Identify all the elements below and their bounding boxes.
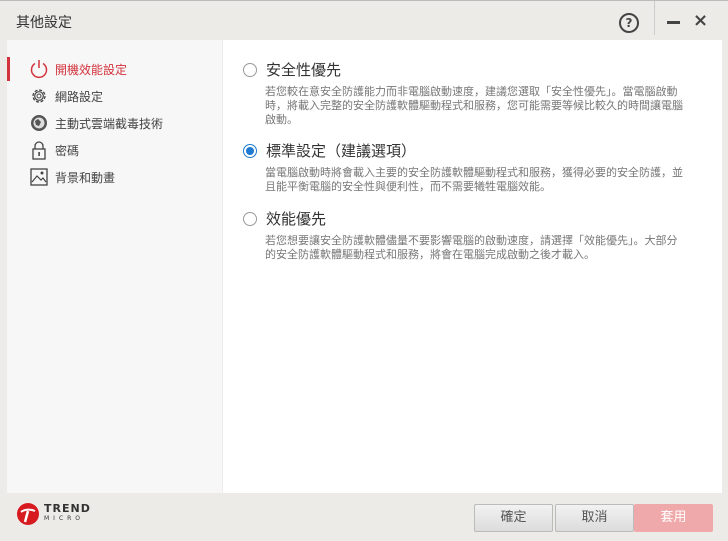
power-icon (29, 59, 49, 79)
sidebar-item-label: 背景和動畫 (55, 170, 116, 185)
sidebar-item-label: 密碼 (55, 143, 80, 158)
logo-subtext: MICRO (44, 515, 85, 522)
title-bar: 其他設定 ? × (0, 0, 728, 40)
cancel-button[interactable]: 取消 (555, 504, 634, 532)
radio-button[interactable] (243, 143, 257, 158)
content-panel: 安全性優先 若您較在意安全防護能力而非電腦啟動速度，建議您選取「安全性優先」。當… (223, 40, 722, 493)
radio-button[interactable] (243, 62, 257, 77)
sidebar-item-label: 網路設定 (55, 89, 104, 104)
option-description: 若您想要讓安全防護軟體儘量不要影響電腦的啟動速度，請選擇「效能優先」。大部分的安… (265, 234, 678, 261)
option-security-first[interactable]: 安全性優先 若您較在意安全防護能力而非電腦啟動速度，建議您選取「安全性優先」。當… (243, 59, 683, 127)
close-button[interactable]: × (693, 10, 708, 31)
help-icon[interactable]: ? (619, 13, 639, 33)
lock-icon (29, 140, 49, 160)
window-title: 其他設定 (16, 15, 72, 31)
sidebar-item-cloud-scan[interactable]: 主動式雲端截毒技術 (7, 110, 222, 136)
minimize-button[interactable] (667, 21, 680, 24)
option-label: 安全性優先 (266, 61, 342, 79)
divider (654, 1, 655, 35)
sidebar-item-network[interactable]: 網路設定 (7, 83, 222, 109)
sidebar-item-background[interactable]: 背景和動畫 (7, 164, 222, 190)
sidebar-item-boot-performance[interactable]: 開機效能設定 (7, 56, 222, 82)
sidebar: 開機效能設定 網路設定 主動式雲端截毒技術 密碼 背景和動畫 (7, 40, 222, 493)
sidebar-item-password[interactable]: 密碼 (7, 137, 222, 163)
sidebar-item-label: 主動式雲端截毒技術 (55, 116, 164, 131)
option-label: 標準設定（建議選項） (266, 142, 417, 160)
logo-icon (17, 503, 39, 525)
image-icon (29, 167, 49, 187)
option-standard[interactable]: 標準設定（建議選項） 當電腦啟動時將會載入主要的安全防護軟體驅動程式和服務，獲得… (243, 140, 683, 194)
globe-icon (29, 113, 49, 133)
ok-button[interactable]: 確定 (474, 504, 553, 532)
option-label: 效能優先 (266, 210, 327, 228)
trend-micro-logo: TREND MICRO (16, 502, 91, 526)
logo-text: TREND (44, 502, 91, 515)
option-performance-first[interactable]: 效能優先 若您想要讓安全防護軟體儘量不要影響電腦的啟動速度，請選擇「效能優先」。… (243, 208, 683, 262)
sidebar-item-label: 開機效能設定 (55, 62, 128, 77)
option-description: 若您較在意安全防護能力而非電腦啟動速度，建議您選取「安全性優先」。當電腦啟動時，… (265, 85, 683, 126)
option-description: 當電腦啟動時將會載入主要的安全防護軟體驅動程式和服務，獲得必要的安全防護，並且能… (265, 166, 683, 193)
apply-button[interactable]: 套用 (634, 504, 713, 532)
radio-button[interactable] (243, 211, 257, 226)
gear-icon (29, 86, 49, 106)
